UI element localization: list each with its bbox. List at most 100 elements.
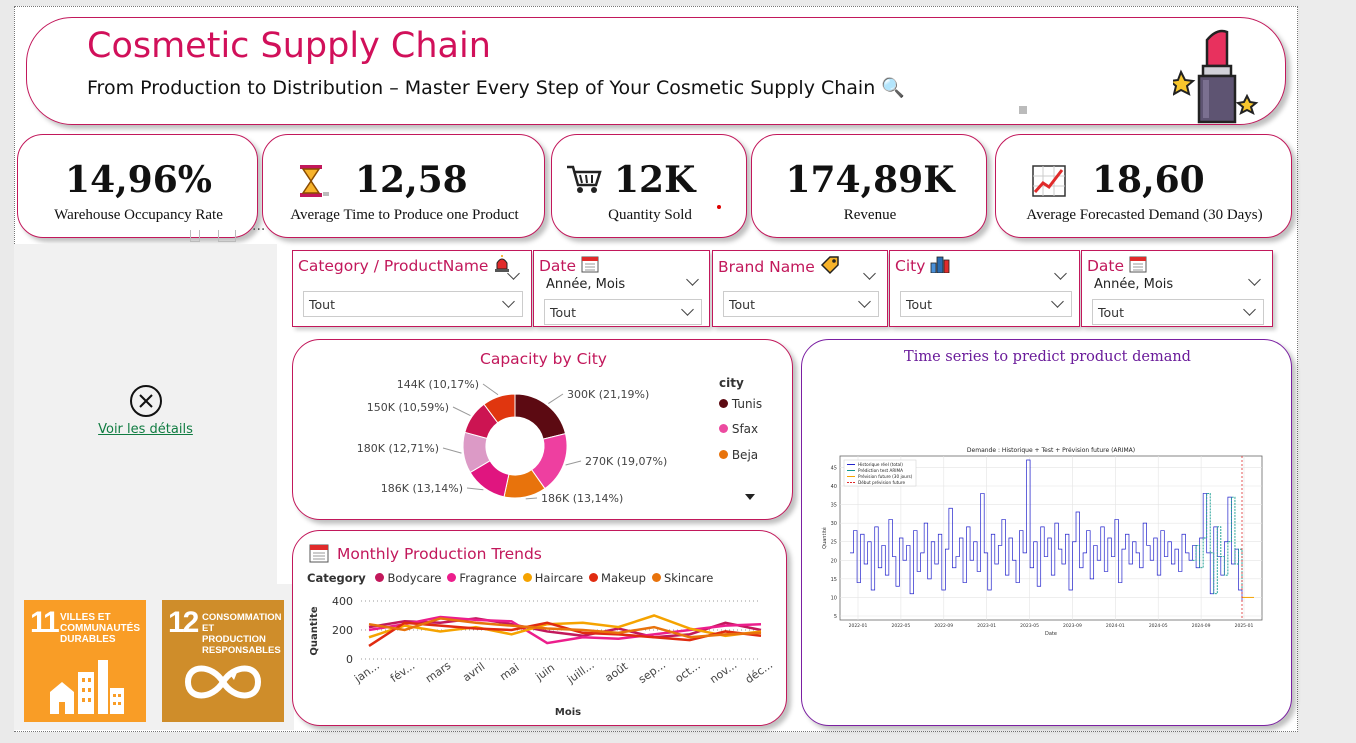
legend-label: Tunis [731,397,763,411]
page-title: Cosmetic Supply Chain [87,26,491,66]
slicer-dropdown[interactable]: Tout [544,299,702,325]
chevron-down-icon[interactable] [1243,303,1256,316]
slicer-brand-name[interactable]: Brand Name Tout [712,250,888,327]
slicer-category-product[interactable]: Category / ProductName Tout [292,250,532,327]
kpi-quantity-sold: 12K Quantity Sold [551,134,747,238]
slicer-dropdown[interactable]: Tout [1092,299,1264,325]
calendar-icon [581,256,599,273]
legend-marker [522,573,532,582]
kpi-label: Average Time to Produce one Product [290,207,519,223]
legend-scroll-down-icon[interactable] [745,494,755,500]
legend-item[interactable]: Bodycare [375,571,441,585]
data-label: 180K (12,71%) [357,442,439,455]
time-series-chart: Demande : Historique + Test + Prévision … [821,447,1263,637]
y-tick-label: 200 [332,624,353,637]
leader-line [548,393,564,404]
x-tick-label: fév... [388,659,417,685]
legend-item[interactable]: Fragrance [447,571,517,585]
filter-icon[interactable] [190,230,200,242]
kpi-value: 14,96% [65,159,212,201]
slicer-date-2[interactable]: Date Année, Mois Tout [1081,250,1273,327]
lipstick-icon [1173,29,1259,124]
legend-item[interactable]: Haircare [522,571,584,585]
slicer-city[interactable]: City Tout [889,250,1080,327]
details-panel: ··· Voir les détails [14,222,277,584]
kpi-value: 174,89K [785,159,955,201]
leader-line [452,406,471,417]
chevron-down-icon[interactable] [686,273,699,286]
legend-title: Category [307,571,366,585]
slicer-dropdown[interactable]: Tout [303,291,523,317]
legend-item-beja[interactable]: Beja [719,448,758,462]
legend-label: Haircare [534,571,584,585]
legend-marker [719,424,728,433]
legend-marker [589,573,599,582]
legend-label: Début prévision future [858,480,906,485]
kpi-label: Quantity Sold [608,207,692,223]
x-tick-label: 2023-09 [1063,623,1082,629]
x-tick-label: 2022-05 [891,623,910,629]
hourglass-icon [300,165,329,197]
kpi-avg-production-time: 12,58 Average Time to Produce one Produc… [262,134,545,238]
monthly-production-card: Monthly Production Trends Category Bodyc… [292,530,787,726]
focus-mode-icon[interactable] [218,230,236,242]
legend-item[interactable]: Skincare [651,571,714,585]
x-tick-label: 2024-01 [1106,623,1125,629]
legend: Category Bodycare Fragrance Haircare Makeup… [307,571,713,585]
legend-item[interactable]: Makeup [589,571,646,585]
sdg-tile-11: 11 VILLES ET COMMUNAUTÉS DURABLES [24,600,146,722]
data-label: 270K (19,07%) [585,455,667,468]
chevron-down-icon[interactable] [863,267,876,280]
sdg-tile-12: 12 CONSOMMATION ET PRODUCTION RESPONSABL… [162,600,284,722]
y-tick-label: 400 [332,595,353,608]
kpi-value: 12,58 [355,159,468,201]
slicer-dropdown[interactable]: Tout [723,291,879,317]
right-gutter [1300,0,1356,743]
chevron-down-icon[interactable] [858,295,871,308]
data-label: 144K (10,17%) [397,378,479,391]
y-tick-label: 0 [346,653,353,666]
more-options-icon[interactable]: ··· [252,222,265,238]
legend-label: Sfax [731,422,759,436]
slicer-value: Tout [906,297,932,312]
slicer-date-1[interactable]: Date Année, Mois Tout [533,250,710,327]
sdg-number: 12 [168,606,199,639]
slicer-value: Tout [729,297,755,312]
x-tick-label: jan... [351,659,382,686]
x-tick-label: nov... [707,658,739,686]
legend-label: Beja [731,448,759,462]
chevron-down-icon[interactable] [502,295,515,308]
production-line-chart: 0 200 400 jan... fév... mars avril mai juin juill… [309,595,775,718]
infinity-icon [184,665,262,699]
see-details-link[interactable]: Voir les détails [14,422,277,437]
legend-label: Skincare [663,571,714,585]
chevron-down-icon[interactable] [681,303,694,316]
legend-item-tunis[interactable]: Tunis [719,397,762,411]
red-dot [717,205,721,209]
leader-line [442,447,462,454]
tag-icon [820,256,839,275]
leader-line [525,497,538,500]
slicer-value: Tout [309,297,335,312]
panel-toolbar: ··· [182,222,276,244]
sdg-panel: 11 VILLES ET COMMUNAUTÉS DURABLES 12 CON… [14,584,294,730]
x-tick-label: oct... [673,659,703,685]
close-circle-icon[interactable] [129,384,163,418]
x-tick-label: avril [460,660,487,684]
chevron-down-icon[interactable] [1248,273,1261,286]
chevron-down-icon[interactable] [1051,295,1064,308]
donut-slice[interactable] [514,393,567,440]
chevron-down-icon[interactable] [1054,267,1067,280]
calendar-icon [309,544,329,563]
header-banner: Cosmetic Supply Chain From Production to… [26,17,1286,125]
legend-item-sfax[interactable]: Sfax [719,422,758,436]
chart-title: Time series to predict product demand [904,349,1191,365]
kpi-label: Warehouse Occupancy Rate [54,207,223,223]
slicer-value: Tout [1098,305,1124,320]
page-subtitle: From Production to Distribution – Master… [87,77,905,99]
kpi-label: Average Forecasted Demand (30 Days) [1026,207,1263,223]
slicer-dropdown[interactable]: Tout [900,291,1072,317]
kpi-label: Revenue [843,207,897,223]
time-series-card: Time series to predict product demand De… [801,339,1292,726]
slicer-hierarchy: Année, Mois [1094,277,1174,292]
